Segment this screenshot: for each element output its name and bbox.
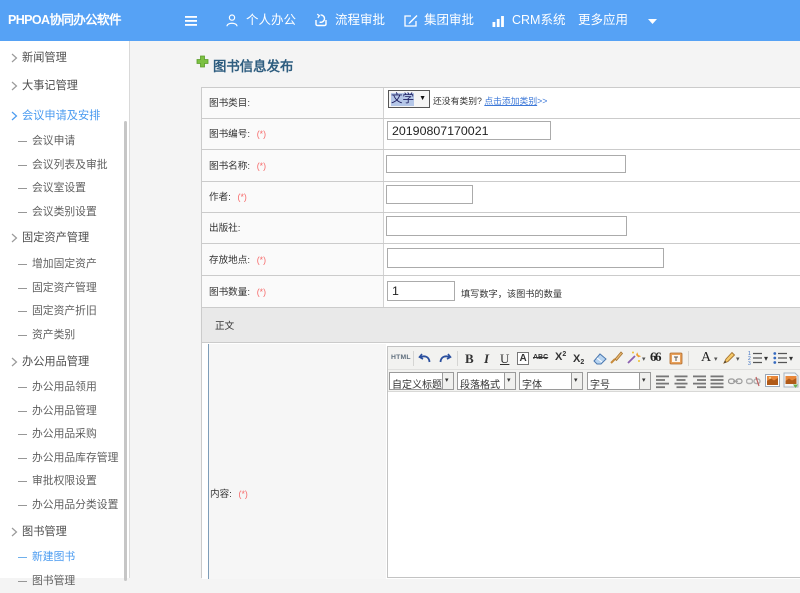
- svg-text:3: 3: [748, 361, 751, 365]
